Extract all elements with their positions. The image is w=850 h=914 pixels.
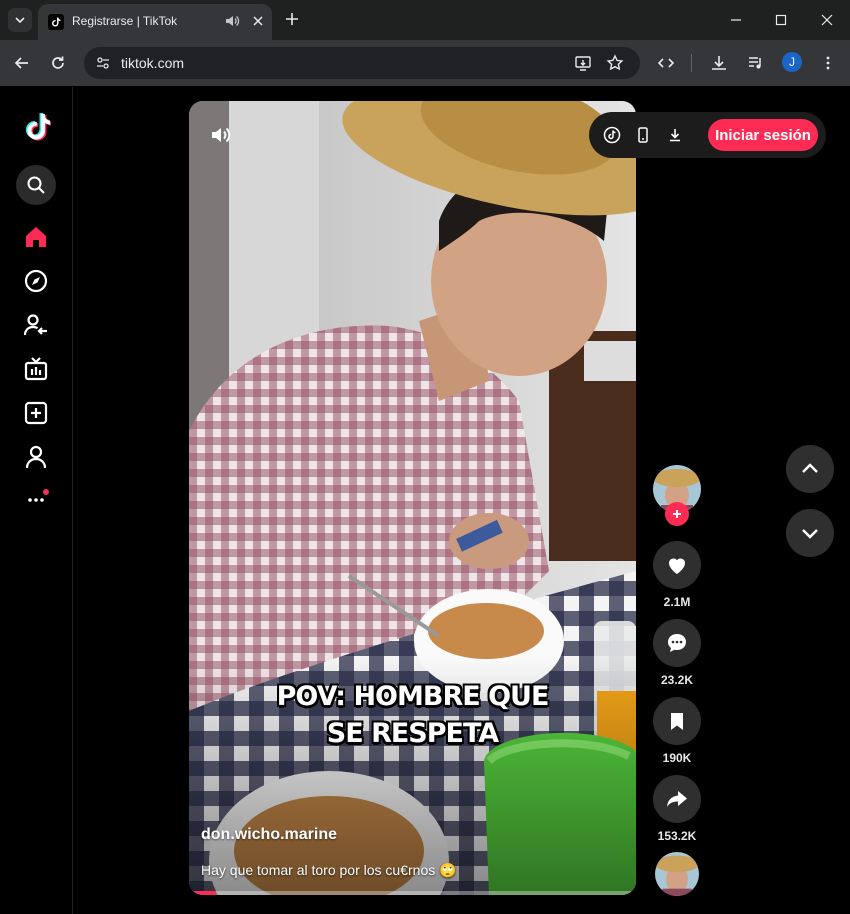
get-app-icon[interactable]: [633, 125, 653, 145]
search-icon: [27, 176, 45, 194]
browser-tab[interactable]: Registrarse | TikTok: [38, 4, 272, 40]
tiktok-logo-icon[interactable]: [22, 111, 52, 143]
download-icon: [712, 56, 726, 70]
code-icon: [657, 58, 675, 68]
minimize-button[interactable]: [724, 8, 748, 32]
plus-icon: [286, 13, 298, 25]
browser-menu-button[interactable]: [817, 52, 839, 74]
share-count: 153.2K: [657, 829, 697, 843]
bookmark-star-icon[interactable]: [604, 52, 626, 74]
comment-count: 23.2K: [660, 673, 694, 687]
install-app-icon[interactable]: [572, 52, 594, 74]
video-description: Hay que tomar al toro por los cu€rnos 🙄: [201, 862, 457, 878]
reload-icon: [52, 56, 64, 69]
video-caption-line-1: POV: HOMBRE QUE: [276, 681, 550, 712]
sidebar-item-home[interactable]: [22, 223, 50, 251]
new-tab-button[interactable]: [282, 9, 302, 34]
chevron-up-icon: [802, 463, 818, 473]
live-tv-icon: [24, 357, 48, 381]
arrow-left-icon: [14, 57, 28, 69]
comment-button[interactable]: [653, 619, 701, 667]
save-button[interactable]: [653, 697, 701, 745]
video-progress-fill: [189, 891, 216, 895]
dev-tools-button[interactable]: [655, 52, 677, 74]
tiktok-sidebar: [0, 87, 73, 914]
sidebar-item-upload[interactable]: [22, 399, 50, 427]
login-button[interactable]: Iniciar sesión: [708, 119, 818, 151]
tab-search-button[interactable]: [8, 8, 32, 32]
address-bar[interactable]: tiktok.com: [84, 47, 640, 79]
browser-tab-strip: Registrarse | TikTok: [0, 0, 850, 40]
tab-audio-icon[interactable]: [224, 13, 240, 34]
author-username[interactable]: don.wicho.marine: [201, 826, 337, 844]
comment-icon: [668, 634, 686, 652]
bookmark-icon: [671, 713, 683, 730]
next-video-button[interactable]: [786, 509, 834, 557]
sidebar-item-following[interactable]: [22, 311, 50, 339]
video-progress-bar[interactable]: [189, 891, 636, 895]
close-icon: [821, 14, 833, 26]
media-controls-button[interactable]: [745, 52, 767, 74]
compass-icon: [24, 269, 48, 293]
volume-icon[interactable]: [209, 123, 233, 152]
chevron-down-icon: [802, 529, 818, 539]
sidebar-item-profile[interactable]: [22, 443, 50, 471]
notification-dot: [43, 489, 49, 495]
browser-toolbar: tiktok.com J: [0, 40, 850, 86]
sidebar-item-live[interactable]: [22, 355, 50, 383]
profile-icon: [25, 445, 47, 469]
chevron-down-icon: [15, 17, 25, 24]
video-player[interactable]: POV: HOMBRE QUE SE RESPETA don.wicho.mar…: [189, 101, 636, 895]
maximize-button[interactable]: [769, 8, 793, 32]
sound-avatar[interactable]: [655, 852, 699, 896]
sidebar-item-explore[interactable]: [22, 267, 50, 295]
playlist-icon: [749, 57, 761, 69]
more-vertical-icon: [826, 56, 830, 70]
url-text[interactable]: tiktok.com: [121, 55, 184, 71]
minimize-icon: [731, 19, 741, 21]
site-info-icon[interactable]: [92, 52, 114, 74]
plus-icon: [673, 510, 681, 518]
profile-avatar[interactable]: J: [782, 52, 802, 72]
tiktok-app-icon[interactable]: [602, 125, 622, 145]
like-count: 2.1M: [663, 595, 691, 609]
video-caption-line-2: SE RESPETA: [326, 718, 499, 749]
downloads-button[interactable]: [708, 52, 730, 74]
plus-square-icon: [24, 401, 48, 425]
download-app-icon[interactable]: [665, 125, 685, 145]
like-button[interactable]: [653, 541, 701, 589]
close-window-button[interactable]: [815, 8, 839, 32]
tiktok-favicon-icon: [48, 14, 64, 30]
share-button[interactable]: [653, 775, 701, 823]
previous-video-button[interactable]: [786, 445, 834, 493]
maximize-icon: [775, 14, 787, 26]
toolbar-divider: [691, 54, 692, 72]
top-action-pill: Iniciar sesión: [589, 112, 826, 158]
video-frame: [189, 101, 636, 895]
tab-title: Registrarse | TikTok: [72, 14, 178, 28]
heart-icon: [669, 558, 685, 574]
following-icon: [23, 314, 47, 336]
save-count: 190K: [662, 751, 692, 765]
back-button[interactable]: [11, 52, 33, 74]
home-icon: [26, 227, 46, 247]
sidebar-search-button[interactable]: [16, 165, 56, 205]
follow-button[interactable]: [665, 502, 689, 526]
reload-button[interactable]: [47, 52, 69, 74]
tab-close-icon[interactable]: [250, 13, 266, 34]
share-icon: [667, 791, 687, 807]
